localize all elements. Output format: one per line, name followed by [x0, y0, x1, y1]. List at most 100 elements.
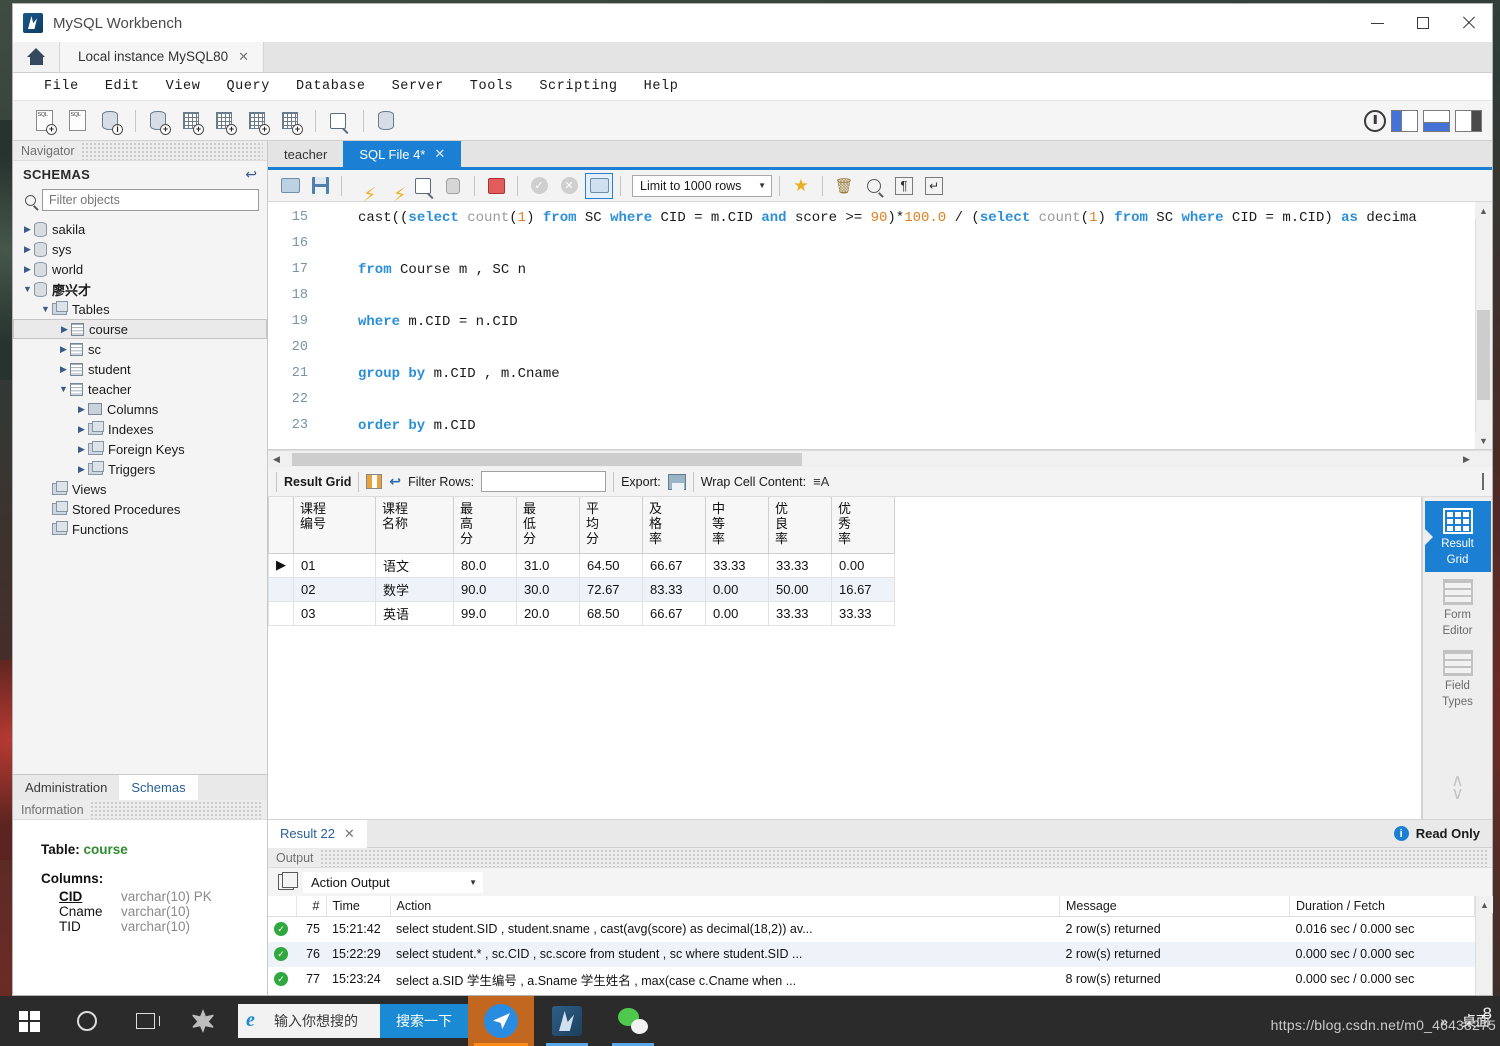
beautify-icon[interactable]: ★	[787, 173, 815, 199]
result-grid-column-header[interactable]: 优良率	[768, 497, 832, 554]
output-row[interactable]: ✓ 77 15:23:24 select a.SID 学生编号 , a.Sname 学…	[268, 967, 1475, 992]
reconnect-server-icon[interactable]	[371, 106, 401, 136]
sql-code-line[interactable]	[320, 387, 1492, 413]
tree-item-stored-procedures[interactable]: Stored Procedures	[13, 499, 267, 519]
result-grid-cell[interactable]: 68.50	[579, 600, 643, 626]
tree-item-teacher[interactable]: ▼ teacher	[13, 379, 267, 399]
new-table-icon[interactable]: +	[176, 106, 206, 136]
result-grid-cell[interactable]: 数学	[375, 576, 454, 602]
result-grid-cell[interactable]: 90.0	[453, 576, 517, 602]
menu-item-scripting[interactable]: Scripting	[526, 76, 630, 97]
close-icon[interactable]: ✕	[238, 49, 249, 65]
commit-icon[interactable]: ✓	[525, 173, 553, 199]
execute-current-icon[interactable]: ⚡	[379, 173, 407, 205]
output-row[interactable]: ✓ 76 15:22:29 select student.* , sc.CID , s…	[268, 941, 1475, 967]
close-icon[interactable]: ✕	[434, 146, 445, 162]
sql-editor[interactable]: 15 16 17 18 19 20 21 22 23 cast((select count(1)…	[268, 202, 1492, 450]
result-grid-cell[interactable]: 02	[293, 576, 376, 602]
result-grid-cell[interactable]: 20.0	[516, 600, 580, 626]
sql-code-line[interactable]	[320, 231, 1492, 257]
chevron-right-icon[interactable]: ▶	[21, 224, 34, 235]
tree-item-views[interactable]: Views	[13, 479, 267, 499]
editor-vertical-scrollbar[interactable]: ▲ ▼	[1475, 202, 1492, 449]
help-icon[interactable]	[1364, 109, 1386, 132]
scroll-right-icon[interactable]: ▶	[1458, 451, 1475, 468]
sql-code-area[interactable]: cast((select count(1) from SC where CID …	[320, 202, 1492, 449]
output-type-select[interactable]: Action Output ▼	[303, 871, 483, 893]
output-column-header[interactable]: #	[296, 896, 327, 917]
result-grid-column-header[interactable]: 最高分	[453, 497, 517, 554]
output-column-header[interactable]: Action	[390, 896, 1060, 917]
tree-item-world[interactable]: ▶ world	[13, 259, 267, 279]
result-view-form-editor[interactable]: Form Editor	[1425, 572, 1491, 643]
menu-item-edit[interactable]: Edit	[92, 76, 153, 97]
menu-item-help[interactable]: Help	[631, 76, 692, 97]
taskbar-search-button[interactable]: 搜索一下	[380, 1004, 468, 1038]
new-sql-tab-icon[interactable]: +	[29, 106, 59, 136]
filter-objects-input[interactable]	[42, 189, 259, 211]
tree-item-foreign-keys[interactable]: ▶ Foreign Keys	[13, 439, 267, 459]
result-grid-cell[interactable]: 16.67	[831, 576, 895, 602]
result-grid-column-header[interactable]: 优秀率	[831, 497, 895, 554]
save-file-icon[interactable]	[306, 173, 334, 199]
toggle-right-panel-icon[interactable]	[1455, 109, 1482, 132]
output-column-header[interactable]: Duration / Fetch	[1289, 896, 1475, 917]
toggle-left-panel-icon[interactable]	[1391, 109, 1418, 132]
tree-item-tables[interactable]: ▼ Tables	[13, 299, 267, 319]
result-grid-cell[interactable]: 30.0	[516, 576, 580, 602]
row-marker[interactable]	[268, 600, 294, 626]
new-function-icon[interactable]: +	[275, 106, 305, 136]
home-tab[interactable]	[13, 41, 60, 72]
new-view-icon[interactable]: +	[209, 106, 239, 136]
sql-code-line[interactable]: order by m.CID	[320, 413, 1492, 439]
result-grid-cell[interactable]: 66.67	[642, 600, 706, 626]
result-grid-cell[interactable]: 31.0	[516, 552, 580, 578]
row-marker[interactable]: ▶	[268, 552, 294, 578]
chevron-right-icon[interactable]: ▶	[75, 464, 88, 475]
tree-item-course[interactable]: ▶ course	[13, 319, 267, 339]
chevron-right-icon[interactable]: ▶	[58, 324, 71, 335]
tree-item-indexes[interactable]: ▶ Indexes	[13, 419, 267, 439]
new-schema-icon[interactable]: +	[143, 106, 173, 136]
result-grid-cell[interactable]: 80.0	[453, 552, 517, 578]
chevron-right-icon[interactable]: ▶	[57, 364, 70, 375]
chevron-down-icon[interactable]: ▼	[57, 384, 70, 394]
maximize-grid-icon[interactable]	[1482, 473, 1484, 490]
result-grid-column-header[interactable]: 及格率	[642, 497, 706, 554]
tree-item-functions[interactable]: Functions	[13, 519, 267, 539]
result-grid-cell[interactable]: 33.33	[768, 600, 832, 626]
result-grid-column-header[interactable]: 最低分	[516, 497, 580, 554]
chevron-right-icon[interactable]: ▶	[75, 404, 88, 415]
output-column-header[interactable]: Message	[1059, 896, 1290, 917]
wechat-taskbar-button[interactable]	[600, 996, 666, 1046]
sql-code-line[interactable]: where m.CID = n.CID	[320, 309, 1492, 335]
result-grid-column-header[interactable]: 课程 编号	[293, 497, 376, 554]
connection-tab-local-instance[interactable]: Local instance MySQL80 ✕	[60, 41, 264, 72]
close-icon[interactable]: ✕	[344, 826, 355, 842]
open-sql-script-icon[interactable]	[62, 106, 92, 136]
toggle-breakpoint-icon[interactable]	[482, 173, 510, 199]
result-grid-cell[interactable]: 99.0	[453, 600, 517, 626]
menu-item-database[interactable]: Database	[283, 76, 379, 97]
menu-item-server[interactable]: Server	[379, 76, 457, 97]
tree-item-triggers[interactable]: ▶ Triggers	[13, 459, 267, 479]
result-grid-cell[interactable]: 0.00	[705, 600, 769, 626]
new-procedure-icon[interactable]: +	[242, 106, 272, 136]
rollback-icon[interactable]: ✕	[555, 173, 583, 199]
explain-icon[interactable]	[409, 173, 437, 199]
scroll-up-icon[interactable]: ▲	[1476, 896, 1493, 913]
table-row[interactable]: ▶ 01 语文 80.0 31.0 64.50 66.67 33.33 33.33 0.00	[268, 552, 895, 578]
result-tab-22[interactable]: Result 22 ✕	[268, 819, 367, 848]
output-column-header[interactable]: Time	[326, 896, 391, 917]
wrap-lines-icon[interactable]: ↵	[920, 173, 948, 199]
sidebar-tab-administration[interactable]: Administration	[13, 775, 119, 800]
scroll-thumb[interactable]	[1477, 310, 1490, 400]
result-grid-cell[interactable]: 72.67	[579, 576, 643, 602]
sql-code-line[interactable]	[320, 283, 1492, 309]
result-grid-cell[interactable]: 英语	[375, 600, 454, 626]
editor-tab-sql-file-4[interactable]: SQL File 4* ✕	[343, 141, 462, 167]
clear-context-icon[interactable]: 🗑	[830, 173, 858, 199]
output-scrollbar[interactable]: ▲	[1475, 896, 1493, 995]
tree-item-liaoxingcai[interactable]: ▼ 廖兴才	[13, 279, 267, 299]
chevron-right-icon[interactable]: ▶	[75, 424, 88, 435]
